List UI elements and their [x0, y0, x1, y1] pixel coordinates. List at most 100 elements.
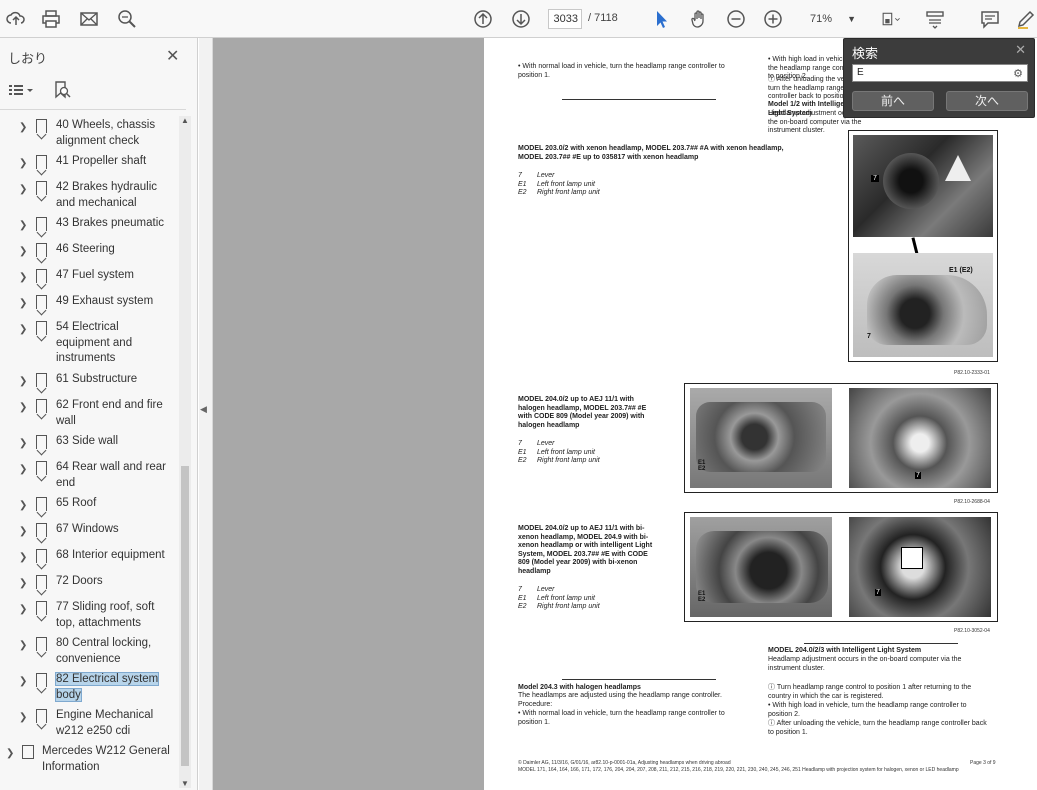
bookmark-icon — [36, 295, 47, 309]
rule — [562, 99, 716, 100]
chevron-right-icon[interactable]: ❯ — [19, 400, 27, 416]
bookmark-item[interactable]: ❯ 62 Front end and fire wall — [0, 398, 178, 434]
bookmark-item[interactable]: ❯ 72 Doors — [0, 574, 178, 600]
bookmarks-panel: しおり ✕ ❯ 40 Wheels, chassis alignment chec… — [0, 38, 198, 790]
bookmark-item[interactable]: ❯ 80 Central locking, convenience — [0, 636, 178, 672]
legend-values: Lever Left front lamp unit Right front lam… — [537, 172, 600, 196]
pen-icon[interactable] — [1014, 7, 1037, 31]
bookmark-item[interactable]: ❯ 64 Rear wall and rear end — [0, 460, 178, 496]
bookmark-item[interactable]: ❯ 77 Sliding roof, soft top, attachments — [0, 600, 178, 636]
figure-headlamp-xenon: 7 E1 (E2) 7 — [848, 130, 998, 362]
options-menu-icon[interactable] — [8, 82, 34, 103]
scroll-down-icon[interactable]: ▼ — [179, 779, 191, 788]
print-icon[interactable] — [39, 7, 63, 31]
chevron-right-icon[interactable]: ❯ — [19, 244, 27, 260]
callout-label: E1 E2 — [698, 591, 706, 603]
bookmark-item[interactable]: ❯ 54 Electrical equipment and instruments — [0, 320, 178, 372]
bookmark-icon — [36, 601, 47, 615]
zoom-select[interactable]: 71% ▼ — [800, 9, 860, 29]
chevron-right-icon[interactable]: ❯ — [19, 674, 27, 690]
bookmark-icon — [36, 181, 47, 195]
page-text: • With normal load in vehicle, turn the … — [518, 63, 725, 79]
mail-icon[interactable] — [77, 7, 101, 31]
chevron-down-icon: ▼ — [847, 14, 856, 24]
bookmark-list: ❯ 40 Wheels, chassis alignment check ❯ 41 … — [0, 116, 178, 788]
page-text: Headlamp adjustment occurs in the on-boa… — [768, 656, 962, 672]
bookmark-item[interactable]: ❯ 68 Interior equipment — [0, 548, 178, 574]
bookmark-tools — [8, 80, 186, 104]
find-panel: 検索 ✕ E ⚙ 前へ 次へ — [843, 38, 1035, 118]
callout-label: 7 — [867, 333, 871, 340]
chevron-right-icon[interactable]: ❯ — [19, 322, 27, 338]
chevron-right-icon[interactable]: ❯ — [19, 182, 27, 198]
gear-icon[interactable]: ⚙ — [1013, 66, 1023, 82]
bookmark-icon — [36, 269, 47, 283]
chevron-right-icon[interactable]: ❯ — [19, 270, 27, 286]
chevron-right-icon[interactable]: ❯ — [19, 638, 27, 654]
close-icon[interactable]: ✕ — [166, 46, 179, 66]
chevron-right-icon[interactable]: ❯ — [19, 524, 27, 540]
bookmark-item[interactable]: ❯ 41 Propeller shaft — [0, 154, 178, 180]
close-icon[interactable]: ✕ — [1015, 42, 1026, 58]
bookmark-item[interactable]: ❯ 40 Wheels, chassis alignment check — [0, 118, 178, 154]
bookmark-item[interactable]: ❯ 47 Fuel system — [0, 268, 178, 294]
scroll-mode-icon[interactable] — [923, 7, 947, 31]
bookmark-item[interactable]: ❯ 61 Substructure — [0, 372, 178, 398]
bookmark-scrollbar[interactable]: ▲ ▼ — [179, 116, 191, 788]
photo-halogen-rear: E1 E2 — [690, 388, 832, 488]
upload-icon[interactable] — [4, 7, 28, 31]
chevron-right-icon[interactable]: ❯ — [19, 462, 27, 478]
page-text: Procedure: — [518, 701, 553, 708]
page-text: ⓘ Turn headlamp range control to positio… — [768, 684, 972, 700]
scroll-thumb[interactable] — [181, 466, 189, 766]
next-page-icon[interactable] — [509, 7, 533, 31]
hand-tool-icon[interactable] — [687, 7, 711, 31]
scroll-up-icon[interactable]: ▲ — [179, 116, 191, 125]
page-fit-icon[interactable] — [875, 7, 907, 31]
page-text: The headlamps are adjusted using the hea… — [518, 692, 722, 699]
chevron-right-icon[interactable]: ❯ — [19, 374, 27, 390]
previous-page-icon[interactable] — [471, 7, 495, 31]
bookmark-item[interactable]: ❯ 42 Brakes hydraulic and mechanical — [0, 180, 178, 216]
find-input[interactable]: E ⚙ — [852, 64, 1028, 82]
bookmark-icon — [36, 399, 47, 413]
chevron-right-icon[interactable]: ❯ — [19, 436, 27, 452]
chevron-right-icon[interactable]: ❯ — [19, 296, 27, 312]
bookmark-icon — [36, 435, 47, 449]
chevron-right-icon[interactable]: ❯ — [19, 498, 27, 514]
select-cursor-icon[interactable] — [649, 7, 673, 31]
search-zoom-icon[interactable] — [115, 7, 139, 31]
figure-headlamp-halogen: E1 E2 7 — [684, 383, 998, 493]
chevron-right-icon[interactable]: ❯ — [19, 710, 27, 726]
page-number-input[interactable]: 3033 — [548, 9, 582, 29]
chevron-right-icon[interactable]: ❯ — [19, 576, 27, 592]
bookmark-item[interactable]: ❯ 63 Side wall — [0, 434, 178, 460]
bookmark-item[interactable]: ❯ 46 Steering — [0, 242, 178, 268]
bookmark-item-selected[interactable]: ❯ 82 Electrical system body — [0, 672, 178, 708]
bookmark-item[interactable]: ❯ 49 Exhaust system — [0, 294, 178, 320]
find-input-value: E — [857, 67, 864, 78]
callout-label: 7 — [875, 589, 881, 596]
chevron-right-icon[interactable]: ❯ — [19, 218, 27, 234]
zoom-in-icon[interactable] — [761, 7, 785, 31]
chevron-right-icon[interactable]: ❯ — [19, 156, 27, 172]
bookmark-item[interactable]: ❯ Engine Mechanical w212 e250 cdi — [0, 708, 178, 744]
bookmark-item[interactable]: ❯ 67 Windows — [0, 522, 178, 548]
find-previous-button[interactable]: 前へ — [852, 91, 934, 111]
bookmark-icon — [36, 497, 47, 511]
chevron-right-icon[interactable]: ❯ — [19, 120, 27, 136]
find-next-button[interactable]: 次へ — [946, 91, 1028, 111]
zoom-out-icon[interactable] — [724, 7, 748, 31]
chevron-right-icon[interactable]: ❯ — [6, 746, 14, 762]
bookmark-root-item[interactable]: ❯ Mercedes W212 General Information — [0, 744, 178, 780]
chevron-right-icon[interactable]: ❯ — [19, 550, 27, 566]
bookmark-item[interactable]: ❯ 65 Roof — [0, 496, 178, 522]
chevron-right-icon[interactable]: ❯ — [19, 602, 27, 618]
collapse-panel-icon[interactable]: ◀ — [200, 404, 207, 415]
find-bookmark-icon[interactable] — [53, 80, 71, 105]
photo-bixenon-detail: 7 — [849, 517, 991, 617]
bookmark-icon — [36, 321, 47, 335]
comment-icon[interactable] — [978, 7, 1002, 31]
bookmark-item[interactable]: ❯ 43 Brakes pneumatic — [0, 216, 178, 242]
toolbar: 3033 / 7118 71% ▼ — [0, 0, 1037, 38]
